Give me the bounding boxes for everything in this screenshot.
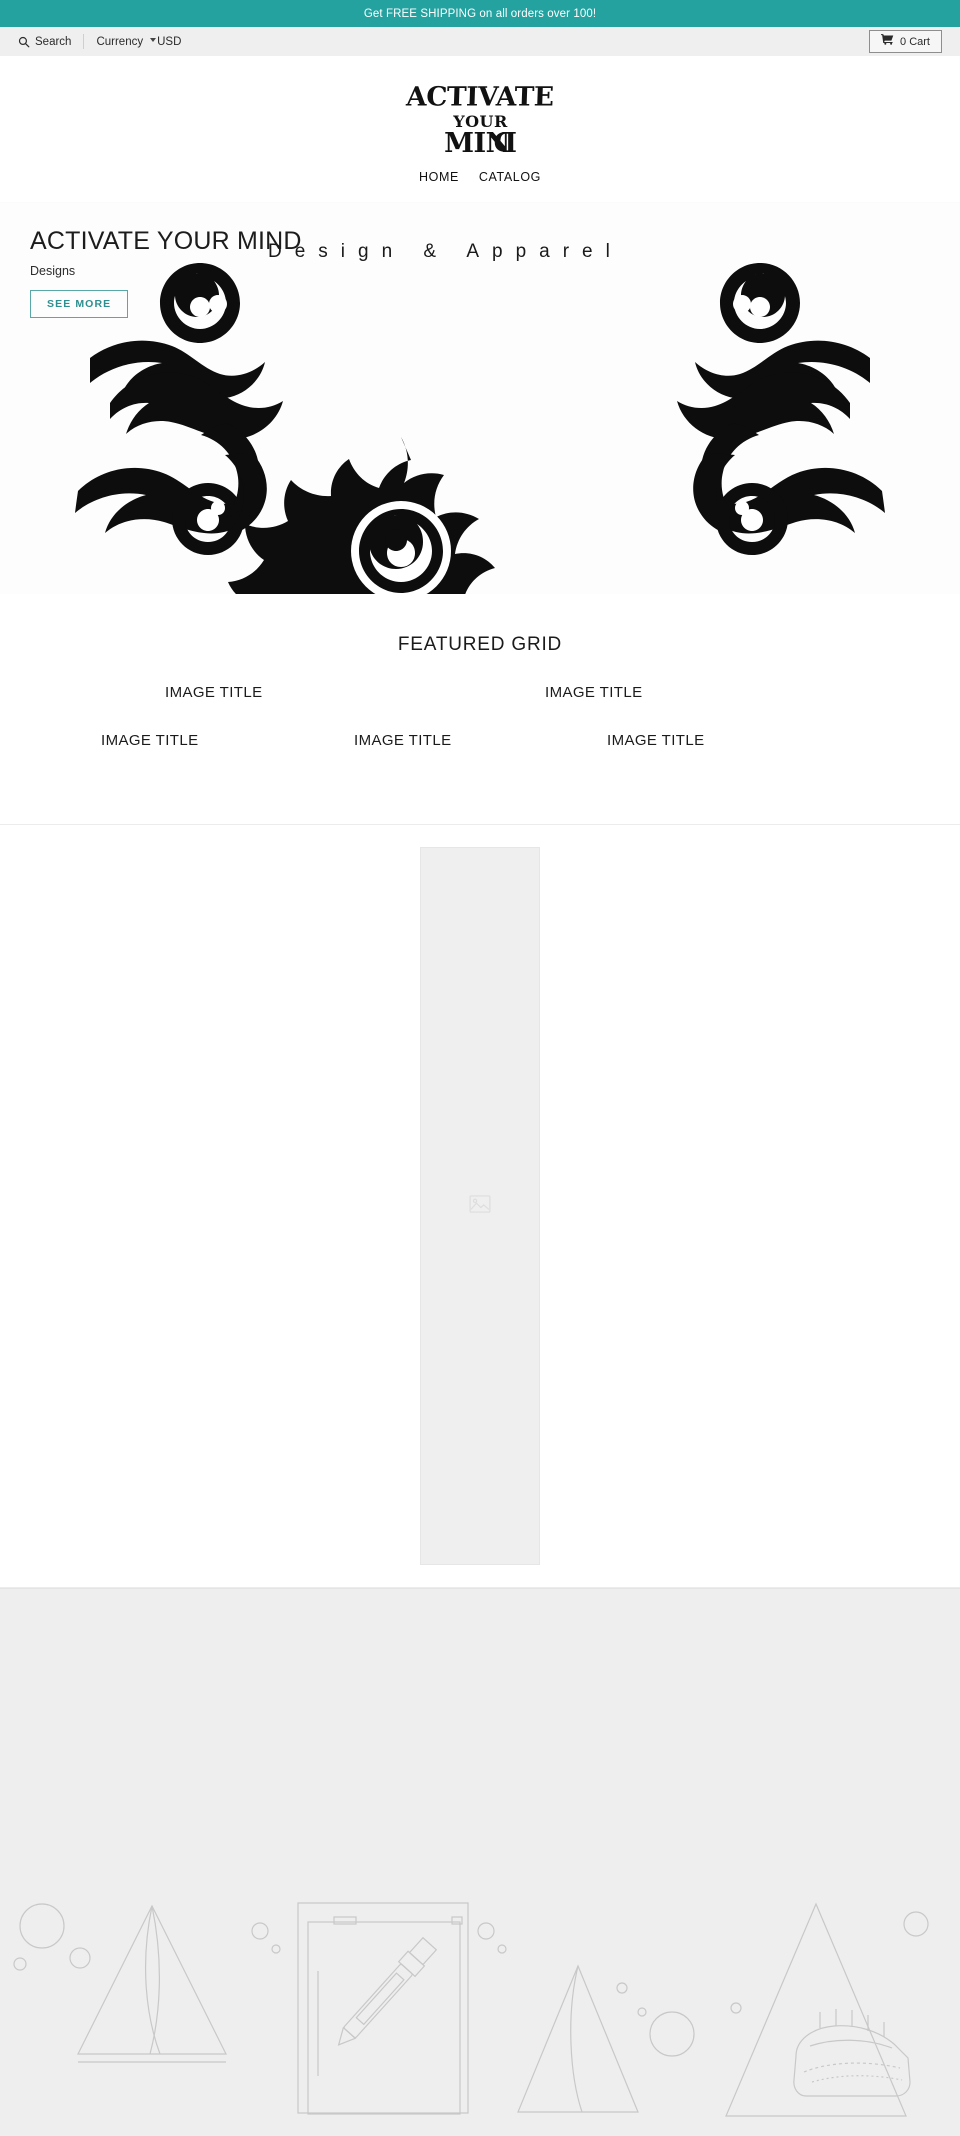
svg-text:D: D (493, 128, 516, 158)
hero-copy: ACTIVATE YOUR MIND Designs SEE MORE (30, 227, 302, 318)
hero-slideshow[interactable]: Design & Apparel ACTIVATE YOUR MIND Desi… (0, 202, 960, 594)
utility-bar-left: Search Currency USD (18, 34, 181, 49)
featured-grid-row-2: IMAGE TITLE IMAGE TITLE IMAGE TITLE (0, 732, 960, 780)
currency-value: USD (157, 35, 182, 48)
chevron-down-icon (150, 37, 157, 42)
featured-item-5[interactable]: IMAGE TITLE (607, 732, 704, 749)
featured-grid-row-1: IMAGE TITLE IMAGE TITLE (0, 684, 960, 732)
featured-item-4[interactable]: IMAGE TITLE (354, 732, 451, 749)
hero-banner-wordmark: Design & Apparel (268, 241, 623, 262)
nav-item-catalog[interactable]: CATALOG (479, 170, 541, 184)
product-image-placeholder[interactable] (420, 847, 540, 1565)
search-button[interactable]: Search (18, 36, 83, 48)
currency-value-wrap: USD (146, 36, 181, 48)
site-logo[interactable]: ACTIVATE YOUR MIN D (0, 78, 960, 158)
search-icon (18, 36, 30, 48)
announcement-text: Get FREE SHIPPING on all orders over 100… (363, 7, 597, 20)
featured-item-1[interactable]: IMAGE TITLE (165, 684, 262, 701)
hero-see-more-button[interactable]: SEE MORE (30, 289, 129, 318)
currency-selector[interactable]: Currency USD (84, 36, 181, 48)
page-root: Get FREE SHIPPING on all orders over 100… (0, 0, 960, 2136)
nav-item-home[interactable]: HOME (419, 170, 459, 184)
image-placeholder-icon (469, 1194, 491, 1218)
hero-subtitle: Designs (30, 263, 76, 278)
site-header: ACTIVATE YOUR MIN D HOME CATALOG (0, 56, 960, 202)
featured-item-2[interactable]: IMAGE TITLE (545, 684, 642, 701)
cart-button[interactable]: 0 Cart (869, 30, 942, 54)
featured-grid-heading: FEATURED GRID (397, 634, 563, 655)
cart-label: 0 Cart (900, 35, 930, 48)
footer-illustration-band (0, 1588, 960, 2136)
hero-title: ACTIVATE YOUR MIND (30, 227, 302, 255)
shopping-cart-icon (881, 34, 894, 49)
main-navigation: HOME CATALOG (0, 158, 960, 202)
logo-graphic: ACTIVATE YOUR MIN D (404, 82, 553, 158)
featured-grid-section: FEATURED GRID IMAGE TITLE IMAGE TITLE IM… (0, 594, 960, 825)
announcement-bar: Get FREE SHIPPING on all orders over 100… (0, 0, 960, 27)
utility-bar: Search Currency USD 0 Cart (0, 27, 960, 56)
featured-item-3[interactable]: IMAGE TITLE (101, 732, 198, 749)
product-section (0, 825, 960, 1588)
svg-text:ACTIVATE: ACTIVATE (404, 82, 553, 113)
currency-label: Currency (96, 35, 144, 48)
footer-illustration (13, 1902, 929, 2117)
search-label: Search (35, 35, 72, 48)
